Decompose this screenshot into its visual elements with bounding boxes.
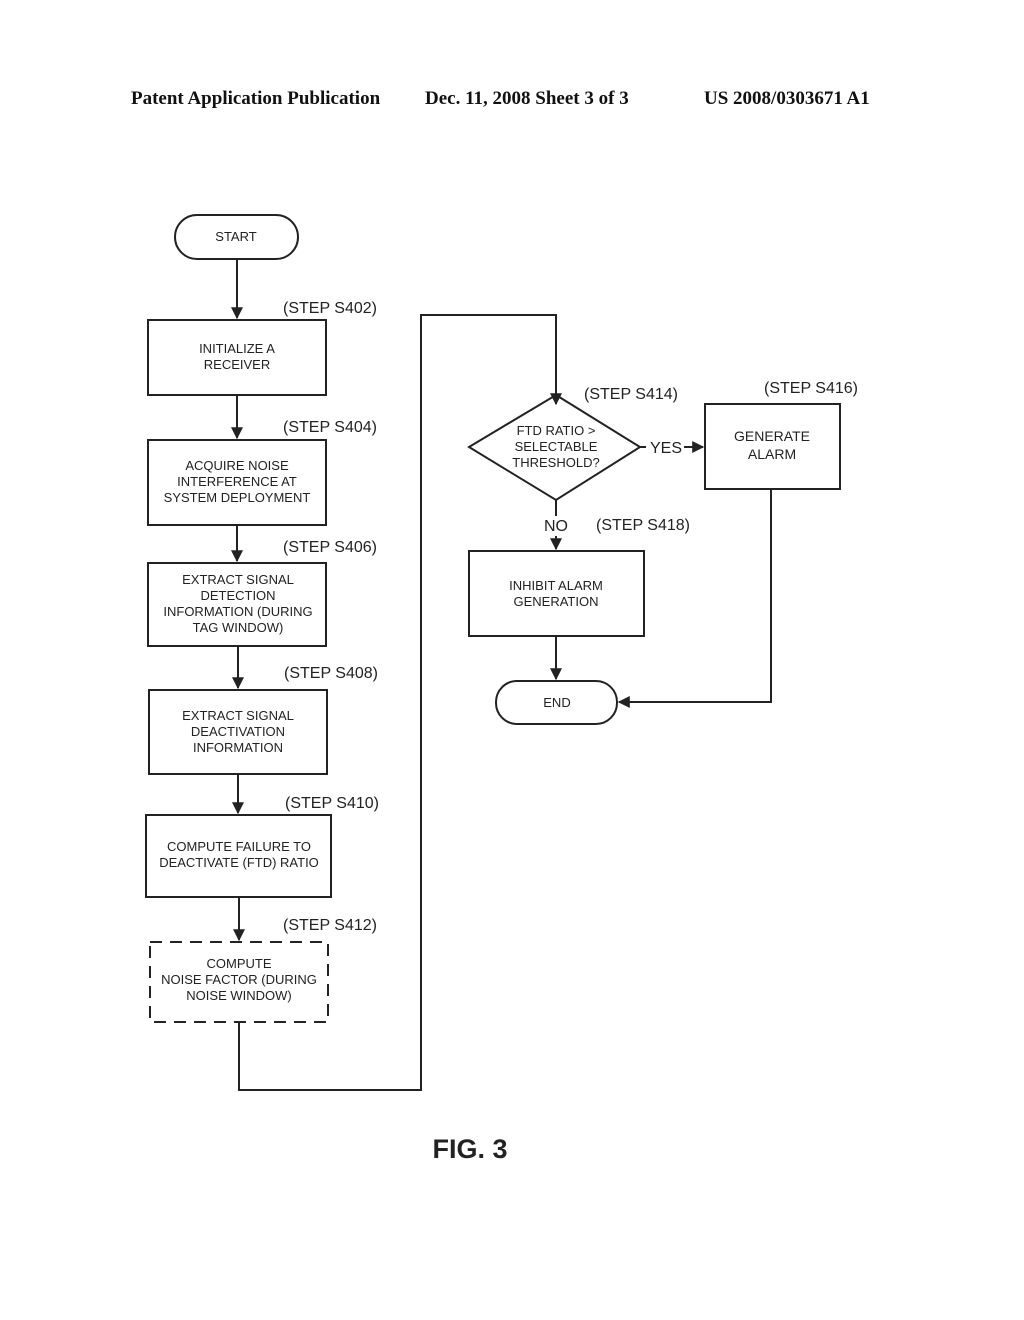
end-label: END bbox=[543, 695, 570, 710]
step-s408-text-2: DEACTIVATION bbox=[191, 724, 285, 739]
edge-no-label: NO bbox=[544, 518, 568, 535]
step-s410-label: (STEP S410) bbox=[285, 795, 379, 812]
step-s410-text-2: DEACTIVATE (FTD) RATIO bbox=[159, 855, 319, 870]
step-s406: (STEP S406) EXTRACT SIGNAL DETECTION INF… bbox=[147, 539, 377, 647]
step-s414-text-1: FTD RATIO > bbox=[517, 423, 596, 438]
step-s412: (STEP S412) COMPUTE NOISE FACTOR (DURING… bbox=[149, 917, 377, 1023]
edge-yes-label: YES bbox=[650, 440, 682, 457]
step-s414-text-3: THRESHOLD? bbox=[512, 455, 599, 470]
step-s416: (STEP S416) GENERATE ALARM bbox=[704, 380, 858, 490]
step-s406-text-1: EXTRACT SIGNAL bbox=[182, 572, 294, 587]
step-s404-label: (STEP S404) bbox=[283, 419, 377, 436]
step-s416-label: (STEP S416) bbox=[764, 380, 858, 397]
step-s406-label: (STEP S406) bbox=[283, 539, 377, 556]
step-s412-text-3: NOISE WINDOW) bbox=[186, 988, 291, 1003]
step-s406-text-2: DETECTION bbox=[200, 588, 275, 603]
step-s418-text-1: INHIBIT ALARM bbox=[509, 578, 603, 593]
step-s414-text-2: SELECTABLE bbox=[515, 439, 598, 454]
step-s412-label: (STEP S412) bbox=[283, 917, 377, 934]
step-s404-text-1: ACQUIRE NOISE bbox=[185, 458, 289, 473]
step-s402: (STEP S402) INITIALIZE A RECEIVER bbox=[147, 300, 377, 396]
step-s402-label: (STEP S402) bbox=[283, 300, 377, 317]
step-s408-text-3: INFORMATION bbox=[193, 740, 283, 755]
step-s418-text-2: GENERATION bbox=[514, 594, 599, 609]
step-s418: (STEP S418) INHIBIT ALARM GENERATION bbox=[468, 517, 690, 637]
step-s404: (STEP S404) ACQUIRE NOISE INTERFERENCE A… bbox=[147, 419, 377, 526]
step-s412-text-1: COMPUTE bbox=[207, 956, 272, 971]
step-s406-text-3: INFORMATION (DURING bbox=[163, 604, 312, 619]
step-s402-text-1: INITIALIZE A bbox=[199, 341, 275, 356]
step-s404-text-3: SYSTEM DEPLOYMENT bbox=[164, 490, 311, 505]
step-s416-text-2: ALARM bbox=[748, 446, 796, 462]
step-s416-text-1: GENERATE bbox=[734, 428, 810, 444]
figure-label: FIG. 3 bbox=[432, 1134, 507, 1164]
step-s410-text-1: COMPUTE FAILURE TO bbox=[167, 839, 311, 854]
step-s408-text-1: EXTRACT SIGNAL bbox=[182, 708, 294, 723]
end-terminal: END bbox=[495, 680, 618, 725]
flowchart: START (STEP S402) INITIALIZE A RECEIVER … bbox=[145, 214, 858, 1164]
step-s408-label: (STEP S408) bbox=[284, 665, 378, 682]
start-terminal: START bbox=[174, 214, 299, 260]
step-s410: (STEP S410) COMPUTE FAILURE TO DEACTIVAT… bbox=[145, 795, 379, 898]
step-s414-label: (STEP S414) bbox=[584, 386, 678, 403]
step-s406-text-4: TAG WINDOW) bbox=[193, 620, 284, 635]
step-s412-text-2: NOISE FACTOR (DURING bbox=[161, 972, 317, 987]
step-s418-label: (STEP S418) bbox=[596, 517, 690, 534]
start-label: START bbox=[215, 229, 256, 244]
step-s402-text-2: RECEIVER bbox=[204, 357, 270, 372]
step-s408: (STEP S408) EXTRACT SIGNAL DEACTIVATION … bbox=[148, 665, 378, 775]
step-s404-text-2: INTERFERENCE AT bbox=[177, 474, 297, 489]
